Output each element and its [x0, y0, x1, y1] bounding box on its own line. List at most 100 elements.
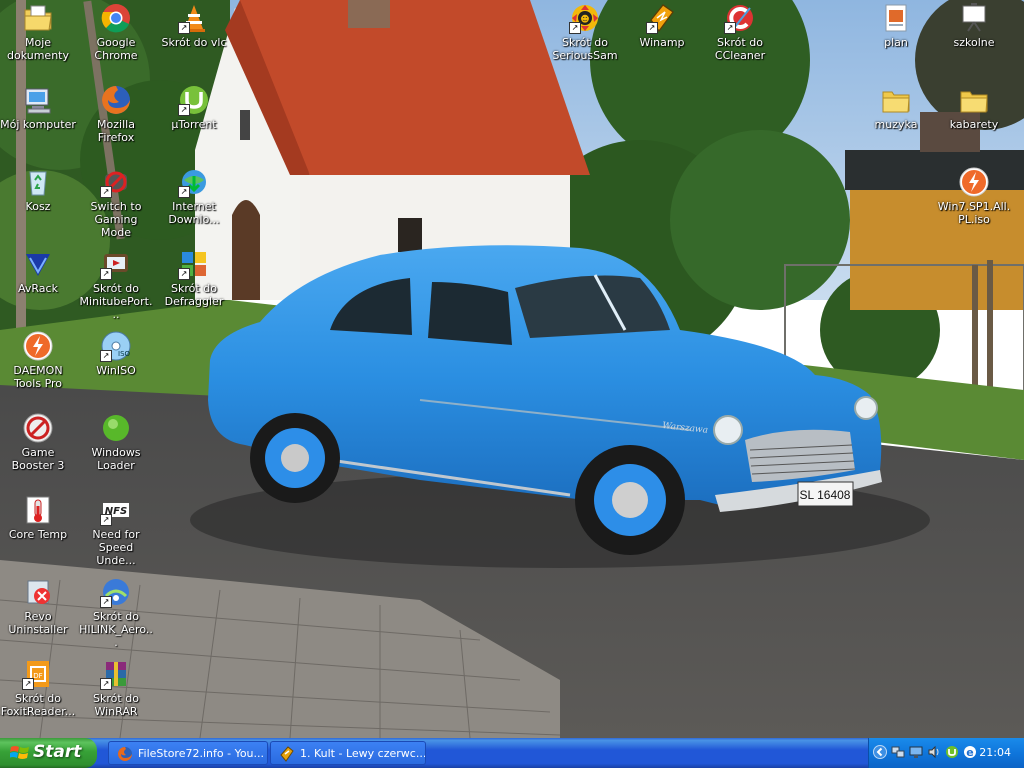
- start-label: Start: [33, 742, 82, 762]
- desktop-icon-label: kabarety: [949, 118, 999, 131]
- shortcut-arrow-icon: ↗: [100, 350, 112, 362]
- taskbar-button-firefox[interactable]: FileStore72.info - You...: [108, 741, 268, 765]
- icon-moje-dokumenty[interactable]: Moje dokumenty: [0, 2, 76, 62]
- desktop-icon-label: Skrót do HILINK_Aero...: [79, 610, 153, 649]
- ie-icon[interactable]: e: [963, 745, 977, 759]
- icon-daemon-tools-pro[interactable]: DAEMON Tools Pro: [0, 330, 76, 390]
- icon-switch-to-gaming-mode[interactable]: ↗ Switch to Gaming Mode: [78, 166, 154, 239]
- desktop[interactable]: SL 16408 Warszawa Moje dokumenty Google C…: [0, 0, 1024, 738]
- serious-sam-icon: ☻ ↗: [569, 2, 601, 34]
- document-image-icon: [880, 2, 912, 34]
- winrar-icon: ↗: [100, 658, 132, 690]
- vlc-cone-icon: ↗: [178, 2, 210, 34]
- icon-moj-komputer[interactable]: Mój komputer: [0, 84, 76, 131]
- folder-icon: [880, 84, 912, 116]
- desktop-icon-label: Internet Downlo...: [168, 200, 220, 226]
- icon-muzyka[interactable]: muzyka: [858, 84, 934, 131]
- desktop-icon-label: Skrót do MinitubePort...: [79, 282, 153, 321]
- icon-skrot-do-hilink[interactable]: ↗ Skrót do HILINK_Aero...: [78, 576, 154, 649]
- presentation-board-icon: [958, 2, 990, 34]
- winamp-icon: [280, 746, 294, 762]
- icon-skrot-do-defraggler[interactable]: ↗ Skrót do Defraggler: [156, 248, 232, 308]
- icon-core-temp[interactable]: Core Temp: [0, 494, 76, 541]
- desktop-icon-label: Game Booster 3: [11, 446, 65, 472]
- icon-kabarety[interactable]: kabarety: [936, 84, 1012, 131]
- icon-skrot-do-winrar[interactable]: ↗ Skrót do WinRAR: [78, 658, 154, 718]
- icon-skrot-do-ccleaner[interactable]: ↗ Skrót do CCleaner: [702, 2, 778, 62]
- desktop-icon-label: Kosz: [25, 200, 51, 213]
- taskbar-button-winamp[interactable]: 1. Kult - Lewy czerwc...: [270, 741, 426, 765]
- icon-skrot-do-serioussam[interactable]: ☻ ↗ Skrót do SeriousSam: [547, 2, 623, 62]
- icon-plan[interactable]: plan: [858, 2, 934, 49]
- network-icon[interactable]: [891, 745, 905, 759]
- taskbar-button-label: FileStore72.info - You...: [138, 747, 265, 760]
- desktop-icon-label: WinISO: [96, 364, 136, 377]
- utorrent-tray-icon[interactable]: [945, 745, 959, 759]
- start-button[interactable]: Start: [0, 738, 97, 768]
- icon-revo-uninstaller[interactable]: Revo Uninstaller: [0, 576, 76, 636]
- icon-need-for-speed[interactable]: NFS ↗ Need for Speed Unde...: [78, 494, 154, 567]
- desktop-icon-label: Switch to Gaming Mode: [90, 200, 142, 239]
- clock[interactable]: 21:04: [979, 746, 1011, 759]
- svg-text:e: e: [966, 746, 973, 759]
- desktop-icon-label: µTorrent: [171, 118, 217, 131]
- icon-skrot-do-foxitreader[interactable]: DF ↗ Skrót do FoxitReader...: [0, 658, 76, 718]
- monitor-icon[interactable]: [909, 745, 923, 759]
- desktop-icon-label: Skrót do vlc: [161, 36, 227, 49]
- desktop-icon-label: plan: [884, 36, 908, 49]
- gaming-mode-icon: ↗: [100, 166, 132, 198]
- icon-avrack[interactable]: AvRack: [0, 248, 76, 295]
- defraggler-icon: ↗: [178, 248, 210, 280]
- foxit-pdf-icon: DF ↗: [22, 658, 54, 690]
- taskbar: Start FileStore72.info - You... 1. Kult …: [0, 738, 1024, 768]
- ccleaner-icon: ↗: [724, 2, 756, 34]
- icon-win7-sp1-iso[interactable]: Win7.SP1.All.PL.iso: [936, 166, 1012, 226]
- revo-uninstaller-icon: [22, 576, 54, 608]
- recycle-bin-icon: [22, 166, 54, 198]
- icon-skrot-do-vlc[interactable]: ↗ Skrót do vlc: [156, 2, 232, 49]
- icon-utorrent[interactable]: ↗ µTorrent: [156, 84, 232, 131]
- daemon-tools-icon: [22, 330, 54, 362]
- icon-szkolne[interactable]: szkolne: [936, 2, 1012, 49]
- desktop-icon-label: Revo Uninstaller: [8, 610, 68, 636]
- desktop-icon-label: Google Chrome: [94, 36, 138, 62]
- nfs-icon: NFS ↗: [100, 494, 132, 526]
- desktop-icon-label: Moje dokumenty: [7, 36, 69, 62]
- folder-docs-icon: [22, 2, 54, 34]
- chevron-left-icon[interactable]: [873, 745, 887, 759]
- icon-winiso[interactable]: ISO ↗ WinISO: [78, 330, 154, 377]
- icon-mozilla-firefox[interactable]: Mozilla Firefox: [78, 84, 154, 144]
- shortcut-arrow-icon: ↗: [646, 22, 658, 34]
- daemon-tools-icon: [958, 166, 990, 198]
- icon-google-chrome[interactable]: Google Chrome: [78, 2, 154, 62]
- desktop-icon-label: Skrót do FoxitReader...: [0, 692, 76, 718]
- desktop-icon-label: Mozilla Firefox: [97, 118, 135, 144]
- license-plate: SL 16408: [800, 488, 851, 502]
- icon-windows-loader[interactable]: Windows Loader: [78, 412, 154, 472]
- taskbar-button-label: 1. Kult - Lewy czerwc...: [300, 747, 426, 760]
- icon-winamp[interactable]: ↗ Winamp: [624, 2, 700, 49]
- icon-kosz[interactable]: Kosz: [0, 166, 76, 213]
- winamp-icon: ↗: [646, 2, 678, 34]
- desktop-icon-label: Skrót do Defraggler: [164, 282, 224, 308]
- desktop-icon-label: Need for Speed Unde...: [92, 528, 140, 567]
- icon-game-booster-3[interactable]: Game Booster 3: [0, 412, 76, 472]
- icon-skrot-do-minitubeport[interactable]: ↗ Skrót do MinitubePort...: [78, 248, 154, 321]
- desktop-icon-label: Winamp: [639, 36, 685, 49]
- utorrent-icon: ↗: [178, 84, 210, 116]
- desktop-icon-label: Windows Loader: [91, 446, 141, 472]
- desktop-icon-label: DAEMON Tools Pro: [13, 364, 63, 390]
- system-tray: e 21:04: [868, 738, 1024, 768]
- shortcut-arrow-icon: ↗: [569, 22, 581, 34]
- avrack-icon: [22, 248, 54, 280]
- firefox-icon: [118, 747, 132, 761]
- icon-internet-download[interactable]: ↗ Internet Downlo...: [156, 166, 232, 226]
- desktop-icon-label: Skrót do CCleaner: [714, 36, 766, 62]
- shortcut-arrow-icon: ↗: [100, 186, 112, 198]
- desktop-icon-label: Win7.SP1.All.PL.iso: [937, 200, 1011, 226]
- hilink-icon: ↗: [100, 576, 132, 608]
- minitube-icon: ↗: [100, 248, 132, 280]
- shortcut-arrow-icon: ↗: [178, 186, 190, 198]
- shortcut-arrow-icon: ↗: [100, 268, 112, 280]
- volume-icon[interactable]: [927, 745, 941, 759]
